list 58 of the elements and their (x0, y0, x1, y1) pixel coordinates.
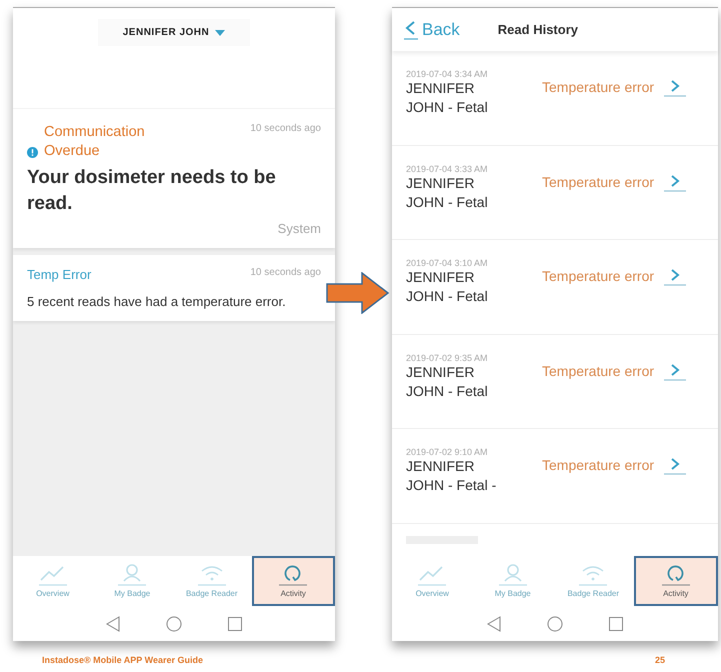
wearer-name: JENNIFER JOHN - Fetal (406, 268, 489, 306)
notification-time: 10 seconds ago (250, 267, 321, 278)
notification-time: 10 seconds ago (250, 123, 321, 134)
recents-nav-icon[interactable] (228, 616, 242, 630)
read-row[interactable]: 2019-07-04 3:34 AM JENNIFER JOHN - Fetal Temperature error (392, 51, 718, 146)
notification-title: Temp Error (27, 267, 92, 282)
wifi-icon (578, 564, 608, 586)
notification-card[interactable]: Communication Overdue 10 seconds ago Your dosimeter needs to be read. System (13, 108, 335, 248)
chevron-left-icon (404, 18, 418, 40)
chart-line-icon (417, 564, 448, 586)
person-icon (498, 564, 528, 586)
chevron-icon[interactable] (664, 268, 686, 288)
tab[interactable]: Activity (634, 556, 718, 606)
read-row[interactable]: 2019-07-02 9:35 AM JENNIFER JOHN - Fetal Temperature error (392, 334, 718, 430)
chart-line-icon (38, 564, 68, 586)
notification-title: Communication Overdue (44, 123, 146, 161)
tab[interactable]: Activity (252, 556, 335, 606)
guide-title: Instadose® Mobile APP Wearer Guide (42, 655, 204, 665)
read-timestamp: 2019-07-02 9:10 AM (406, 447, 489, 458)
wearer-name: JENNIFER JOHN - Fetal (406, 362, 489, 401)
read-row[interactable]: 2019-07-02 9:10 AM JENNIFER JOHN - Fetal - Temperature error (392, 429, 718, 524)
wearer-name: JENNIFER JOHN - Fetal - (406, 457, 498, 496)
read-row[interactable]: 2019-07-04 3:33 AM JENNIFER JOHN - Fetal Temperature error (392, 146, 718, 240)
read-status: Temperature error (542, 362, 654, 379)
wearer-name: JENNIFER JOHN - Fetal (406, 174, 489, 212)
read-timestamp: 2019-07-04 3:10 AM (406, 258, 489, 268)
callout-arrow (326, 272, 390, 314)
chevron-icon[interactable] (664, 79, 686, 99)
page-number: 25 (654, 655, 665, 665)
home-nav-icon[interactable] (547, 616, 563, 632)
screen-title: Read History (498, 22, 578, 37)
notification-message: Your dosimeter needs to be read. (27, 166, 277, 216)
person-icon (117, 564, 148, 586)
read-row[interactable]: 2019-07-04 3:10 AM JENNIFER JOHN - Fetal Temperature error (392, 240, 718, 335)
chevron-icon[interactable] (664, 457, 686, 478)
read-status: Temperature error (542, 174, 654, 190)
profile-selector[interactable]: JENNIFER JOHN (98, 19, 250, 46)
back-nav-icon[interactable] (106, 616, 120, 632)
recents-nav-icon[interactable] (609, 616, 623, 630)
back-nav-icon[interactable] (487, 616, 501, 632)
read-timestamp: 2019-07-04 3:34 AM (406, 69, 489, 79)
wifi-icon (196, 564, 227, 586)
read-timestamp: 2019-07-04 3:33 AM (406, 164, 489, 174)
speech-loop-icon (278, 564, 308, 586)
read-timestamp: 2019-07-02 9:35 AM (406, 352, 489, 363)
read-status: Temperature error (542, 79, 654, 95)
chevron-icon[interactable] (664, 362, 686, 383)
dropdown-caret-icon (215, 30, 226, 36)
speech-loop-icon (660, 564, 691, 586)
read-status: Temperature error (542, 457, 654, 474)
wearer-name: JENNIFER JOHN - Fetal (406, 79, 489, 117)
home-nav-icon[interactable] (166, 616, 182, 632)
notification-source: System (276, 221, 321, 236)
notification-card[interactable]: Temp Error 10 seconds ago 5 recent reads have had a temperature error. (13, 255, 335, 321)
alert-icon (27, 147, 38, 158)
notification-message: 5 recent reads have had a temperature error. (27, 294, 287, 309)
chevron-icon[interactable] (664, 174, 686, 194)
read-status: Temperature error (542, 268, 654, 284)
